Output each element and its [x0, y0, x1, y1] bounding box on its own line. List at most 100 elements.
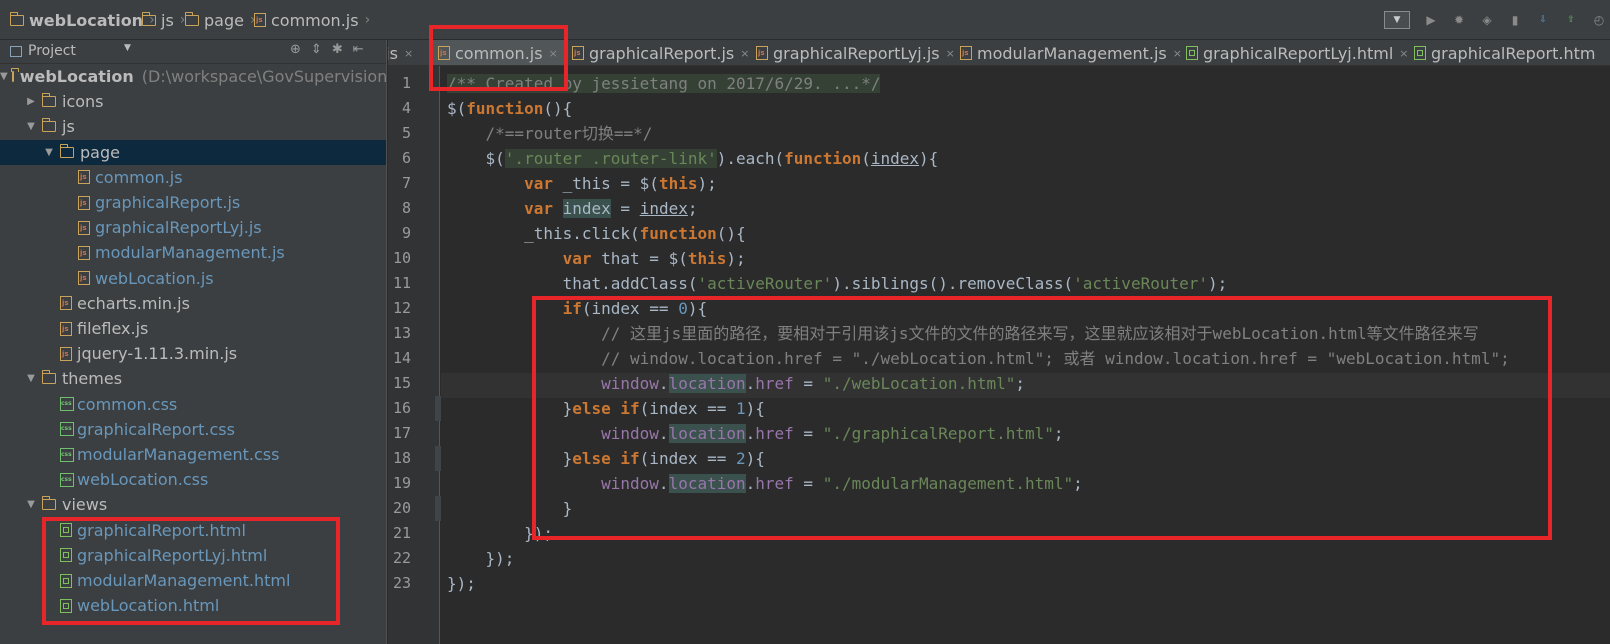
annotation-box-code — [532, 296, 1552, 540]
tree-item-label: themes — [62, 369, 123, 389]
close-icon[interactable]: × — [404, 47, 413, 60]
tree-file[interactable]: common.js — [0, 165, 386, 190]
code-line: $(function(){ — [447, 99, 573, 118]
breadcrumb-page[interactable]: page › — [184, 10, 256, 30]
stop-icon[interactable]: ▮ — [1504, 9, 1526, 31]
line-number: 21 — [392, 524, 411, 542]
chevron-down-icon[interactable]: ▼ — [42, 147, 56, 158]
breadcrumb-label: webLocation — [29, 10, 144, 30]
folder-icon — [41, 93, 56, 108]
tree-item-label: webLocation — [19, 67, 134, 86]
breadcrumb-label: page — [204, 10, 244, 30]
debug-icon[interactable]: ✹ — [1448, 9, 1470, 31]
tree-item-label: common.js — [95, 167, 183, 187]
editor-tab[interactable]: graphicalReport.htm — [1406, 40, 1603, 65]
target-icon[interactable]: ⊕ — [290, 42, 301, 57]
tree-file[interactable]: webLocation.js — [0, 266, 386, 291]
line-number: 16 — [392, 399, 411, 417]
js-file-icon — [78, 271, 90, 286]
js-file-icon — [756, 46, 768, 60]
tree-item-label: modularManagement.js — [95, 243, 285, 263]
tree-item-label: graphicalReport.css — [77, 419, 235, 439]
tree-item-label: webLocation.js — [95, 268, 214, 288]
tree-file[interactable]: graphicalReportLyj.js — [0, 215, 386, 240]
tab-label: n.js — [388, 43, 399, 63]
chevron-right-icon[interactable]: ▶ — [24, 96, 38, 107]
line-number: 23 — [392, 574, 411, 592]
folder-icon — [41, 118, 56, 133]
breadcrumb-webLocation[interactable]: webLocation › — [9, 10, 155, 30]
tree-item-label: common.css — [77, 394, 178, 414]
editor-tab[interactable]: graphicalReportLyj.html × — [1178, 40, 1416, 65]
html-file-icon — [1186, 46, 1198, 60]
line-number: 7 — [401, 174, 411, 192]
line-number: 17 — [392, 424, 411, 442]
tree-file[interactable]: common.css — [0, 392, 386, 417]
line-number: 11 — [392, 274, 411, 292]
vcs-update-icon[interactable]: ⇩ — [1532, 9, 1554, 31]
js-file-icon — [60, 296, 72, 311]
line-number: 20 — [392, 499, 411, 517]
tree-file[interactable]: graphicalReport.css — [0, 417, 386, 442]
tree-file[interactable]: jquery-1.11.3.min.js — [0, 341, 386, 366]
js-file-icon — [960, 46, 972, 60]
tree-folder-page[interactable]: ▼ page — [0, 139, 386, 165]
tree-item-label: fileflex.js — [77, 319, 149, 338]
html-file-icon — [1414, 46, 1426, 60]
chevron-down-icon[interactable]: ▼ — [24, 373, 38, 384]
run-config-dropdown[interactable]: ▼ — [1384, 11, 1410, 29]
css-file-icon — [60, 422, 74, 437]
tree-file[interactable]: modularManagement.js — [0, 240, 386, 265]
folder-icon — [41, 370, 56, 385]
tree-file[interactable]: fileflex.js — [0, 316, 386, 341]
tree-folder-js[interactable]: ▼ js — [0, 114, 386, 139]
tree-folder-views[interactable]: ▼ views — [0, 492, 386, 517]
js-file-icon — [78, 220, 90, 235]
editor-gutter: 1 4 5 6 7 8 9 10 11 12 13 14 15 16 17 18 19 20 21 22 23 — [388, 66, 464, 644]
editor-tab[interactable]: modularManagement.js× — [952, 40, 1190, 65]
project-view-selector[interactable]: Project — [28, 43, 76, 59]
annotation-box-active-tab — [429, 25, 568, 91]
folder-icon — [59, 143, 74, 158]
project-panel-header: Project ▼ ⊕ ⇕ ✱ ⇤ — [0, 40, 386, 64]
editor-tab-bar: n.js×common.js×graphicalReport.js×graphi… — [388, 40, 1610, 66]
tree-folder-themes[interactable]: ▼ themes — [0, 366, 386, 391]
tree-item-label: echarts.min.js — [77, 293, 190, 313]
breadcrumb-file[interactable]: common.js› — [254, 10, 370, 30]
editor-tab[interactable]: graphicalReport.js× — [564, 40, 757, 65]
tree-folder-weblocation[interactable]: ▼ webLocation (D:\workspace\GovSupervision… — [0, 64, 386, 89]
editor-tab[interactable]: n.js × — [388, 40, 421, 65]
tree-folder-icons[interactable]: ▶ icons — [0, 89, 386, 114]
js-file-icon — [254, 13, 266, 27]
tree-file[interactable]: graphicalReport.js — [0, 190, 386, 215]
tree-file[interactable]: echarts.min.js — [0, 291, 386, 316]
tree-file[interactable]: modularManagement.css — [0, 442, 386, 467]
line-number: 12 — [392, 299, 411, 317]
folder-icon — [41, 496, 56, 511]
collapse-icon[interactable]: ⇕ — [311, 42, 322, 57]
coverage-icon[interactable]: ◈ — [1476, 9, 1498, 31]
history-icon[interactable]: ◴ — [1588, 9, 1610, 31]
breadcrumb-js[interactable]: js › — [141, 10, 185, 30]
main-toolbar: ▼ ▶ ✹ ◈ ▮ ⇩ ⇧ ◴ — [1384, 8, 1610, 32]
run-icon[interactable]: ▶ — [1420, 9, 1442, 31]
chevron-down-icon[interactable]: ▼ — [124, 43, 131, 53]
gear-icon[interactable]: ✱ — [332, 42, 343, 57]
chevron-down-icon[interactable]: ▼ — [24, 121, 38, 132]
tree-file[interactable]: webLocation.css — [0, 467, 386, 492]
line-number: 9 — [401, 224, 411, 242]
chevron-down-icon[interactable]: ▼ — [24, 499, 38, 510]
line-number: 10 — [392, 249, 411, 267]
hide-icon[interactable]: ⇤ — [353, 42, 364, 57]
line-number: 14 — [392, 349, 411, 367]
line-number: 18 — [392, 449, 411, 467]
breadcrumb-label: js — [161, 10, 174, 30]
tree-item-label: jquery-1.11.3.min.js — [77, 344, 238, 364]
folder-icon — [11, 68, 20, 82]
project-path: (D:\workspace\GovSupervisionPl — [141, 67, 386, 86]
editor-tab[interactable]: graphicalReportLyj.js× — [748, 40, 963, 65]
css-file-icon — [60, 472, 74, 487]
line-number: 4 — [401, 99, 411, 117]
vcs-commit-icon[interactable]: ⇧ — [1560, 9, 1582, 31]
chevron-down-icon[interactable]: ▼ — [0, 71, 8, 82]
